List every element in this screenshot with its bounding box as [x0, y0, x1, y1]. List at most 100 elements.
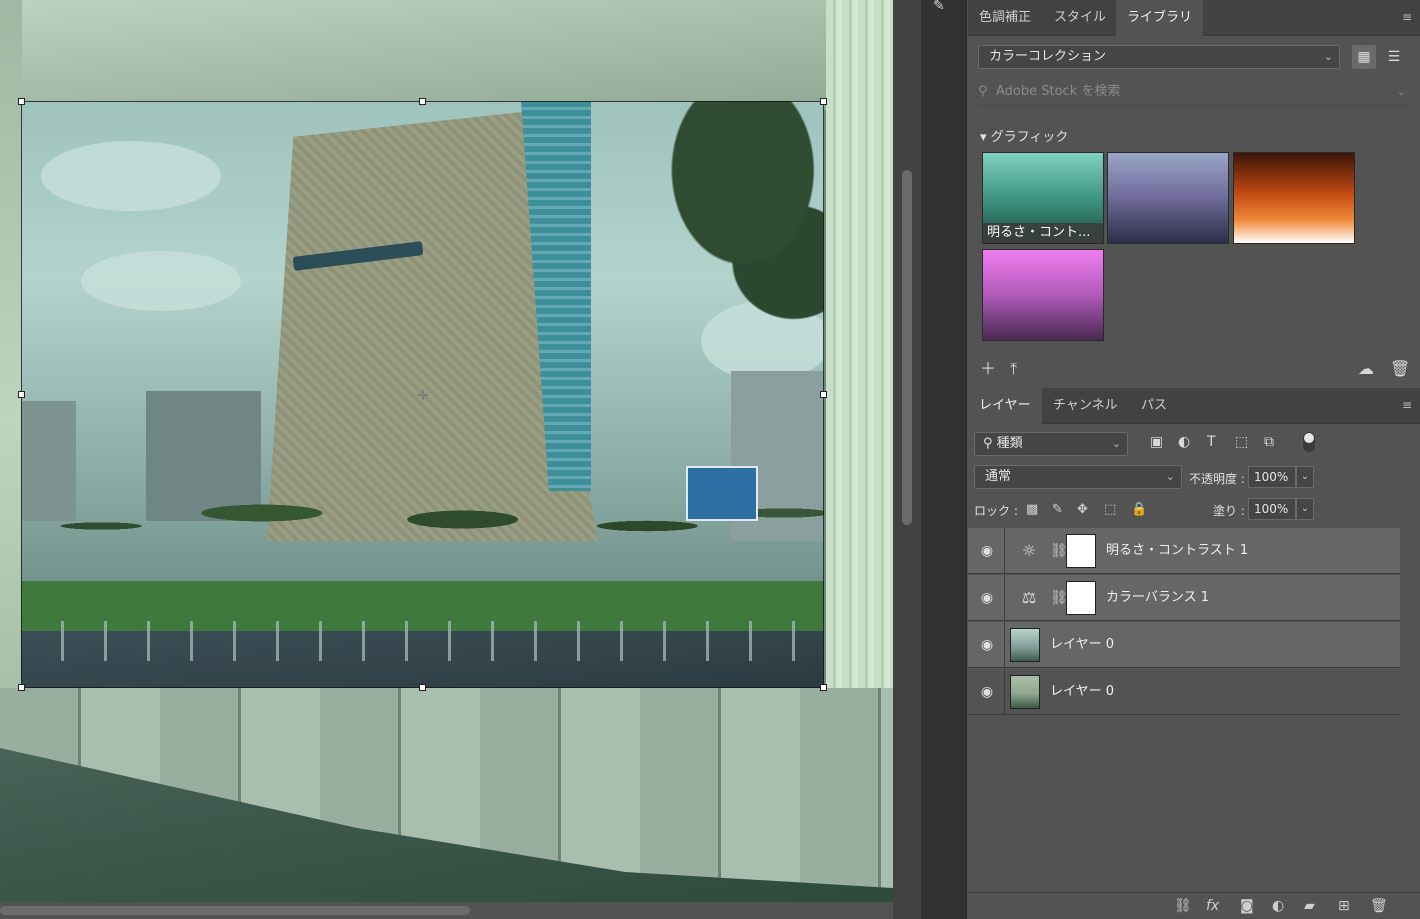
pen-icon[interactable]: ✎: [933, 0, 957, 14]
graphic-thumbnail[interactable]: 明るさ・コント...: [982, 152, 1104, 244]
vertical-scrollbar[interactable]: [893, 0, 921, 919]
graphic-thumbnail-label: 明るさ・コント...: [983, 223, 1103, 243]
chevron-down-icon[interactable]: ⌄: [1397, 78, 1406, 106]
stock-search[interactable]: ⚲ Adobe Stock を検索 ⌄: [978, 78, 1410, 106]
list-view-icon[interactable]: ☰: [1382, 45, 1406, 69]
collection-select[interactable]: カラーコレクション ⌄: [978, 45, 1340, 69]
plus-icon[interactable]: ＋: [980, 360, 996, 378]
tab-styles[interactable]: スタイル: [1043, 0, 1117, 36]
type-filter-icon[interactable]: T: [1207, 434, 1216, 450]
search-icon: ⚲: [978, 84, 988, 99]
new-layer-icon[interactable]: ⊞: [1338, 898, 1350, 914]
tab-adjustments[interactable]: 色調補正: [968, 0, 1042, 36]
eye-icon[interactable]: ◉: [978, 542, 996, 560]
transform-handle-top-left[interactable]: [18, 98, 25, 105]
upload-icon[interactable]: ⤒: [1010, 360, 1017, 378]
grid-view-icon[interactable]: ▦: [1352, 45, 1376, 69]
opacity-field[interactable]: 100%: [1248, 466, 1296, 488]
layers-panel-tabs: レイヤー チャンネル パス ≡: [968, 388, 1420, 424]
creative-cloud-icon[interactable]: ☁: [1358, 360, 1374, 378]
layer-kind-filter-select[interactable]: ⚲ 種類 ⌄: [974, 432, 1128, 456]
shape-filter-icon[interactable]: ⬚: [1235, 434, 1248, 450]
road-sign: [686, 466, 758, 521]
graphic-thumbnail[interactable]: [1233, 152, 1355, 244]
trash-icon[interactable]: 🗑: [1390, 360, 1410, 378]
layer-name[interactable]: レイヤー 0: [1050, 622, 1114, 668]
horizontal-scroll-thumb[interactable]: [0, 906, 470, 915]
library-panel: 色調補正 スタイル ライブラリ ≡ カラーコレクション ⌄ ▦ ☰ ⚲ Adob…: [968, 0, 1420, 388]
eye-icon[interactable]: ◉: [978, 589, 996, 607]
center-crosshair-icon: ✛: [417, 388, 429, 404]
layer-thumbnail[interactable]: [1010, 628, 1040, 662]
row-divider: [1004, 669, 1005, 715]
fill-dropdown-chevron-icon[interactable]: ⌄: [1296, 498, 1314, 520]
layer-thumbnail[interactable]: [1010, 675, 1040, 709]
document-canvas[interactable]: ✛: [0, 0, 893, 902]
tab-layers[interactable]: レイヤー: [968, 388, 1042, 424]
layer-row[interactable]: ◉ レイヤー 0: [968, 622, 1400, 668]
graphics-group-title: グラフィック: [990, 130, 1069, 145]
transform-handle-top-right[interactable]: [820, 98, 827, 105]
layer-name[interactable]: 明るさ・コントラスト 1: [1106, 528, 1248, 574]
tab-channels[interactable]: チャンネル: [1042, 388, 1129, 424]
lock-label: ロック :: [974, 504, 1018, 518]
panel-menu-icon[interactable]: ≡: [1400, 10, 1414, 24]
layer-row[interactable]: ◉ ☼ ⛓ 明るさ・コントラスト 1: [968, 528, 1400, 574]
panel-icon-strip: ✎: [921, 0, 967, 919]
layer-row[interactable]: ◉ ⚖ ⛓ カラーバランス 1: [968, 575, 1400, 621]
lock-position-icon[interactable]: ✥: [1077, 502, 1088, 517]
lock-transparency-icon[interactable]: ▩: [1026, 502, 1038, 517]
image-filter-icon[interactable]: ▣: [1150, 434, 1163, 450]
transform-handle-bottom-left[interactable]: [18, 684, 25, 691]
add-mask-icon[interactable]: ◙: [1240, 898, 1254, 914]
adjustment-filter-icon[interactable]: ◐: [1178, 434, 1190, 450]
cloud: [81, 251, 241, 311]
transform-handle-top[interactable]: [419, 98, 426, 105]
layer-name[interactable]: カラーバランス 1: [1106, 575, 1209, 621]
tree-foliage: [621, 101, 824, 331]
adjustment-layer-icon[interactable]: ◐: [1272, 898, 1284, 914]
folder-icon[interactable]: ▰: [1304, 898, 1315, 914]
tab-paths[interactable]: パス: [1130, 388, 1178, 424]
graphic-thumbnail[interactable]: [982, 249, 1104, 341]
fx-icon[interactable]: fx: [1206, 898, 1219, 914]
lock-artboard-icon[interactable]: ⬚: [1104, 502, 1116, 517]
layer-kind-filter-value: 種類: [996, 436, 1023, 451]
eye-icon[interactable]: ◉: [978, 683, 996, 701]
layer-mask-thumbnail[interactable]: [1066, 534, 1096, 568]
vertical-scroll-thumb[interactable]: [902, 170, 912, 525]
lock-all-icon[interactable]: 🔒: [1131, 502, 1147, 517]
lock-paint-icon[interactable]: ✎: [1052, 502, 1063, 517]
transform-handle-left[interactable]: [18, 391, 25, 398]
tab-libraries[interactable]: ライブラリ: [1116, 0, 1204, 36]
stock-search-placeholder: Adobe Stock を検索: [996, 84, 1121, 99]
layer-row[interactable]: ◉ レイヤー 0: [968, 669, 1400, 715]
filter-toggle[interactable]: [1303, 432, 1315, 452]
transform-handle-bottom-right[interactable]: [820, 684, 827, 691]
cloud: [41, 141, 221, 211]
trash-icon[interactable]: 🗑: [1370, 898, 1388, 914]
graphic-thumbnail[interactable]: [1107, 152, 1229, 244]
balance-scale-icon: ⚖: [1021, 588, 1037, 607]
transform-handle-bottom[interactable]: [419, 684, 426, 691]
opacity-dropdown-chevron-icon[interactable]: ⌄: [1296, 466, 1314, 488]
placed-photo[interactable]: ✛: [21, 101, 824, 688]
blend-mode-select[interactable]: 通常 ⌄: [974, 465, 1182, 489]
smart-object-filter-icon[interactable]: ⧉: [1264, 434, 1274, 450]
layer-mask-thumbnail[interactable]: [1066, 581, 1096, 615]
row-divider: [1004, 622, 1005, 668]
search-icon: ⚲: [983, 436, 993, 451]
photoshop-window: ✛ ✎ 色調補正 スタイル ライブラリ ≡ カラーコレクション ⌄ ▦ ☰ ⚲ …: [0, 0, 1420, 919]
transform-handle-right[interactable]: [820, 391, 827, 398]
row-divider: [1004, 528, 1005, 574]
horizontal-scrollbar[interactable]: [0, 902, 893, 919]
graphics-group-header[interactable]: ▾ グラフィック: [980, 126, 1068, 145]
panel-menu-icon[interactable]: ≡: [1400, 398, 1414, 412]
eye-icon[interactable]: ◉: [978, 636, 996, 654]
blend-mode-value: 通常: [985, 469, 1012, 484]
background-wall-left: [0, 0, 22, 700]
layer-name[interactable]: レイヤー 0: [1050, 669, 1114, 715]
fill-field[interactable]: 100%: [1248, 498, 1296, 520]
library-panel-tabs: 色調補正 スタイル ライブラリ ≡: [968, 0, 1420, 36]
link-layers-icon[interactable]: ⛓: [1174, 898, 1192, 914]
